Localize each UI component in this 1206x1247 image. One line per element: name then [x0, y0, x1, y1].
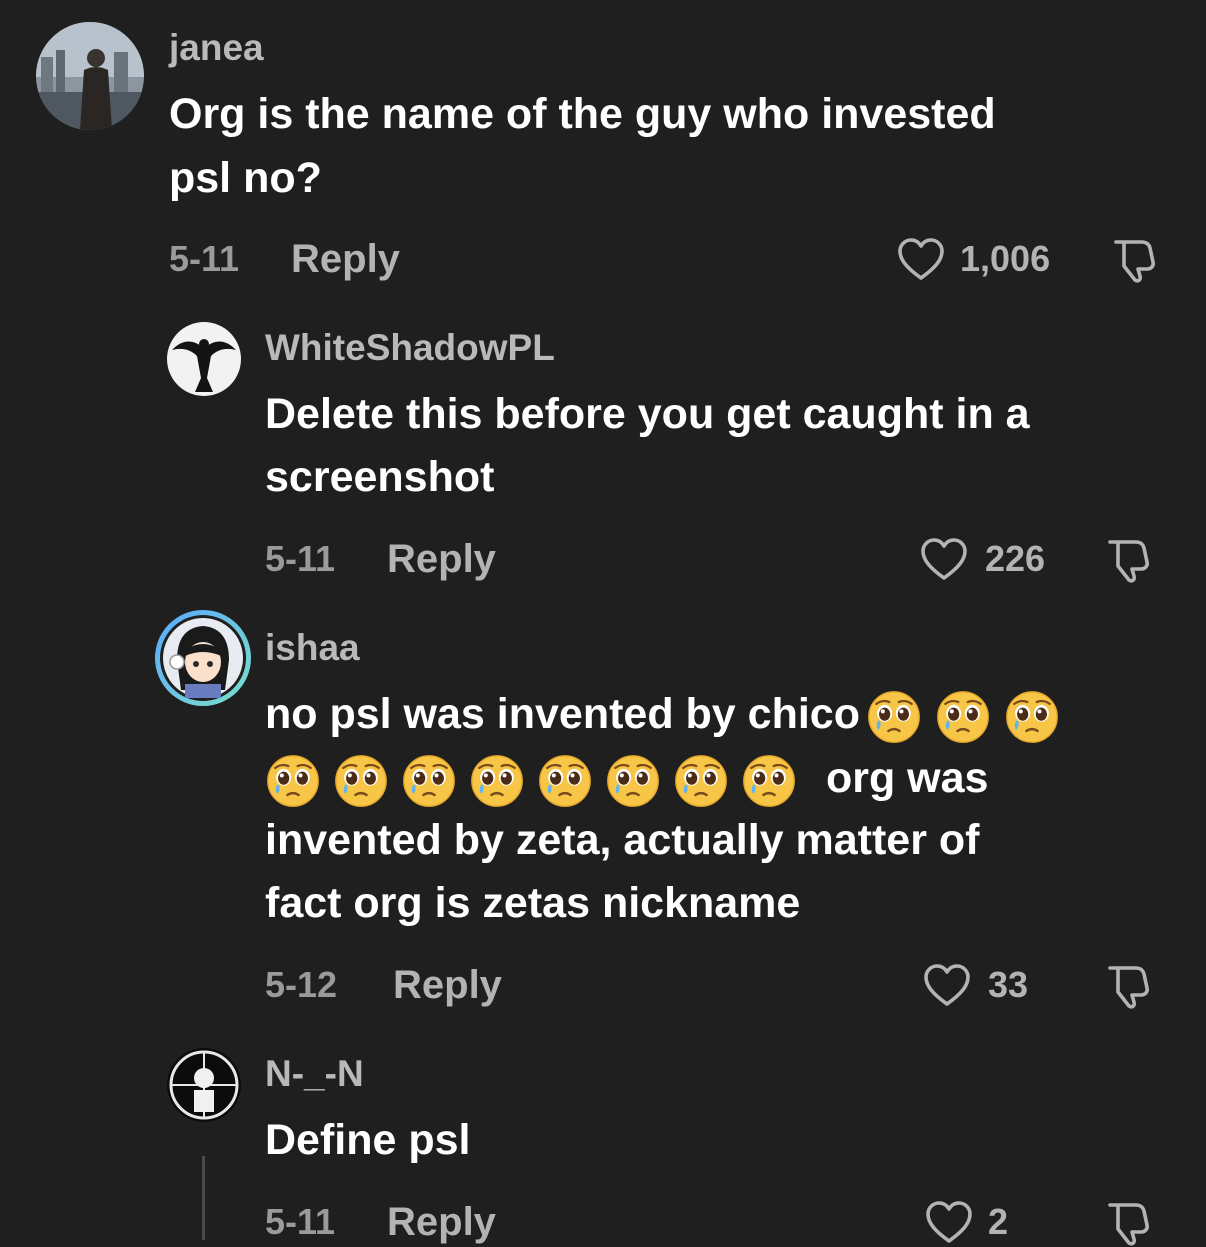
pleading-face-emoji — [605, 753, 661, 809]
avatar-whiteshadowpl[interactable] — [167, 322, 241, 396]
comment-username[interactable]: janea — [169, 26, 264, 70]
reply-button[interactable]: Reply — [387, 537, 496, 581]
comment-username[interactable]: N-_-N — [265, 1052, 364, 1096]
avatar-n-n[interactable] — [167, 1048, 241, 1122]
like-count: 33 — [988, 964, 1029, 1005]
comment-text-line: Delete this before you get caught in a — [265, 390, 1030, 438]
pleading-face-emoji — [401, 753, 457, 809]
pleading-face-emoji — [673, 753, 729, 809]
pleading-face-emoji — [265, 753, 321, 809]
dislike-icon[interactable] — [1104, 962, 1152, 1010]
avatar-ishaa[interactable] — [155, 610, 251, 706]
comment-text-line: screenshot — [265, 453, 495, 501]
heart-icon[interactable] — [923, 963, 971, 1007]
comment-date: 5-11 — [265, 538, 336, 579]
comment-text-line: fact org is zetas nickname — [265, 879, 801, 927]
comment-username[interactable]: WhiteShadowPL — [265, 326, 555, 370]
comment-text-line: Define psl — [265, 1116, 471, 1164]
pleading-face-emoji — [469, 753, 525, 809]
like-count: 226 — [985, 538, 1046, 579]
thread-line — [202, 1156, 205, 1240]
comment-text-line: no psl was invented by chico — [265, 682, 1063, 746]
avatar-janea[interactable] — [36, 22, 144, 130]
reply-button[interactable]: Reply — [291, 237, 400, 281]
dislike-icon[interactable] — [1110, 236, 1158, 284]
comment-text-line: org was — [265, 746, 988, 810]
comment-text-line: Org is the name of the guy who invested — [169, 90, 996, 138]
comment-text-segment: no psl was invented by chico — [265, 690, 860, 738]
heart-icon[interactable] — [925, 1200, 973, 1244]
pleading-face-emoji — [741, 753, 797, 809]
like-count: 2 — [988, 1201, 1009, 1242]
pleading-face-emoji — [537, 753, 593, 809]
dislike-icon[interactable] — [1104, 536, 1152, 584]
pleading-face-emoji — [866, 689, 922, 745]
comment-date: 5-12 — [265, 964, 338, 1005]
comment-text-line: invented by zeta, actually matter of — [265, 816, 980, 864]
heart-icon[interactable] — [920, 537, 968, 581]
pleading-face-emoji — [1004, 689, 1060, 745]
heart-icon[interactable] — [897, 237, 945, 281]
pleading-face-emoji — [333, 753, 389, 809]
reply-button[interactable]: Reply — [393, 963, 502, 1007]
comment-date: 5-11 — [169, 238, 240, 279]
comment-text-line: psl no? — [169, 154, 322, 202]
pleading-face-emoji — [935, 689, 991, 745]
comment-username[interactable]: ishaa — [265, 626, 360, 670]
comment-text-segment: org was — [825, 754, 989, 802]
like-count: 1,006 — [960, 238, 1051, 279]
comment-date: 5-11 — [265, 1201, 336, 1242]
reply-button[interactable]: Reply — [387, 1200, 496, 1244]
